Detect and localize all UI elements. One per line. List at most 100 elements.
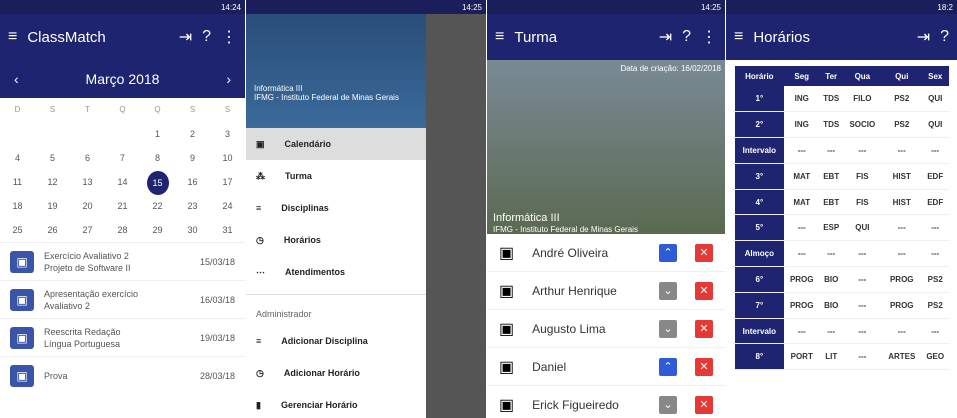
day-cell[interactable]: 3 (210, 122, 245, 146)
admin-icon: ▮ (256, 399, 261, 410)
demote-button[interactable]: ⌄ (659, 395, 677, 414)
class-photo: Data de criação: 16/02/2018 Informática … (487, 60, 725, 234)
admin-section: Administrador (246, 294, 426, 325)
day-cell (70, 122, 105, 146)
demote-button[interactable]: ⌄ (659, 281, 677, 300)
status-bar: 18:2 (726, 0, 957, 14)
day-cell[interactable]: 15 (140, 170, 175, 195)
day-cell[interactable]: 31 (210, 218, 245, 242)
day-cell[interactable]: 24 (210, 194, 245, 218)
help-icon[interactable]: ? (940, 28, 949, 46)
event-text: Apresentação exercício Avaliativo 2 (44, 288, 190, 312)
day-cell[interactable]: 2 (175, 122, 210, 146)
day-cell[interactable]: 8 (140, 146, 175, 170)
help-icon[interactable]: ? (202, 28, 211, 46)
day-cell[interactable]: 26 (35, 218, 70, 242)
day-cell[interactable]: 18 (0, 194, 35, 218)
event-item[interactable]: ▣ Apresentação exercício Avaliativo 2 16/03… (0, 280, 245, 318)
day-cell[interactable]: 14 (105, 170, 140, 194)
schedule-row: 3° MAT EBT FIS HIST EDF (734, 163, 949, 190)
admin-item[interactable]: ▮ Gerenciar Horário (246, 389, 426, 418)
day-cell[interactable]: 11 (0, 170, 35, 194)
day-cell[interactable]: 17 (210, 170, 245, 194)
remove-button[interactable]: ✕ (695, 395, 713, 414)
event-item[interactable]: ▣ Reescrita Redação Língua Portuguesa 19/03… (0, 318, 245, 356)
promote-button[interactable]: ⌃ (659, 243, 677, 262)
event-item[interactable]: ▣ Exercício Avaliativo 2 Projeto de Softwa… (0, 242, 245, 280)
id-badge-icon: ▣ (499, 396, 515, 414)
student-name: Arthur Henrique (532, 283, 617, 298)
selected-day[interactable]: 15 (146, 171, 169, 195)
schedule-row: 5° --- ESP QUI --- --- (734, 214, 949, 242)
drawer-item[interactable]: ⋯ Atendimentos (246, 256, 426, 288)
schedule-cell: --- (843, 266, 882, 293)
schedule-cell: --- (819, 318, 844, 345)
day-cell[interactable]: 5 (35, 146, 70, 170)
drawer-item[interactable]: ⁂ Turma (246, 160, 426, 192)
drawer-item[interactable]: ◷ Horários (246, 224, 426, 256)
day-cell[interactable]: 21 (105, 194, 140, 218)
day-cell[interactable]: 12 (35, 170, 70, 194)
schedule-cell: EDF (921, 189, 949, 216)
drawer-item-label: Atendimentos (285, 267, 346, 277)
day-cell[interactable]: 7 (105, 146, 140, 170)
student-row: ▣ Augusto Lima ⌄ ✕ (487, 310, 725, 348)
promote-button[interactable]: ⌃ (659, 357, 677, 376)
remove-button[interactable]: ✕ (695, 281, 713, 300)
day-cell[interactable]: 27 (70, 218, 105, 242)
id-badge-icon: ▣ (499, 358, 515, 376)
schedule-cell: --- (784, 318, 820, 345)
remove-button[interactable]: ✕ (695, 243, 713, 262)
more-icon[interactable]: ⋮ (221, 27, 237, 47)
logout-icon[interactable]: ⇥ (659, 27, 672, 47)
logout-icon[interactable]: ⇥ (179, 27, 192, 47)
drawer-icon: ⁂ (256, 170, 265, 181)
demote-button[interactable]: ⌄ (659, 319, 677, 338)
phone-horarios: 18:2 ≡ Horários ⇥? Horário Seg Ter Qua Qui Sex 1… (726, 0, 957, 418)
admin-item[interactable]: ≡ Adicionar Disciplina (246, 325, 426, 357)
help-icon[interactable]: ? (682, 28, 691, 46)
event-item[interactable]: ▣ Prova 28/03/18 (0, 356, 245, 394)
day-cell[interactable]: 23 (175, 194, 210, 218)
menu-icon[interactable]: ≡ (8, 28, 17, 46)
day-cell[interactable]: 25 (0, 218, 35, 242)
admin-items: ≡ Adicionar Disciplina ◷ Adicionar Horário ▮… (246, 325, 426, 418)
day-cell[interactable]: 1 (140, 122, 175, 146)
schedule-cell: PS2 (921, 292, 949, 319)
schedule-cell: LIT (819, 343, 844, 371)
schedule-cell: QUI (843, 214, 882, 242)
drawer-item[interactable]: ≡ Disciplinas (246, 192, 426, 224)
period-label: 5° (734, 214, 785, 242)
day-cell[interactable]: 20 (70, 194, 105, 218)
day-cell[interactable]: 30 (175, 218, 210, 242)
day-cell[interactable]: 16 (175, 170, 210, 194)
prev-month-button[interactable]: ‹ (14, 71, 19, 87)
student-row: ▣ Erick Figueiredo ⌄ ✕ (487, 386, 725, 418)
remove-button[interactable]: ✕ (695, 357, 713, 376)
next-month-button[interactable]: › (226, 71, 231, 87)
admin-item[interactable]: ◷ Adicionar Horário (246, 357, 426, 389)
day-cell[interactable]: 29 (140, 218, 175, 242)
day-cell[interactable]: 10 (210, 146, 245, 170)
day-cell[interactable]: 19 (35, 194, 70, 218)
event-title: Prova (44, 370, 68, 381)
remove-button[interactable]: ✕ (695, 319, 713, 338)
day-cell[interactable]: 22 (140, 194, 175, 218)
column-header: Sex (921, 66, 949, 86)
day-cell[interactable]: 6 (70, 146, 105, 170)
more-icon[interactable]: ⋮ (701, 27, 717, 47)
student-name: Daniel (532, 359, 567, 374)
schedule-cell: --- (843, 240, 882, 268)
menu-icon[interactable]: ≡ (495, 28, 504, 46)
day-cell[interactable]: 28 (105, 218, 140, 242)
logout-icon[interactable]: ⇥ (917, 27, 930, 47)
day-cell[interactable]: 4 (0, 146, 35, 170)
day-cell[interactable]: 13 (70, 170, 105, 194)
drawer-item-label: Turma (285, 171, 312, 181)
student-row: ▣ André Oliveira ⌃ ✕ (487, 234, 725, 272)
event-text: Exercício Avaliativo 2 Projeto de Softwar… (44, 250, 190, 274)
schedule-cell: QUI (921, 111, 949, 139)
drawer-item[interactable]: ▣ Calendário (246, 128, 426, 160)
menu-icon[interactable]: ≡ (734, 28, 743, 46)
day-cell[interactable]: 9 (175, 146, 210, 170)
